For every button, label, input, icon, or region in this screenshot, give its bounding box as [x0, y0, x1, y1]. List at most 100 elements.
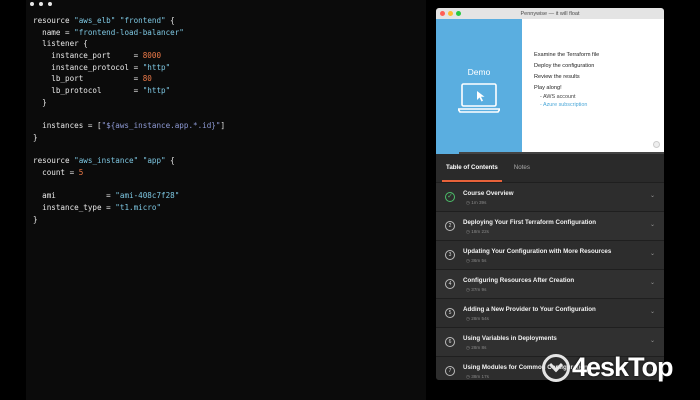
module-row[interactable]: 4 Configuring Resources After Creation 37m…	[436, 269, 664, 298]
code-token: 80	[142, 74, 152, 84]
watermark-logo-icon	[542, 353, 570, 382]
agenda-sub-item[interactable]: - Azure subscription	[534, 102, 664, 110]
module-title: Configuring Resources After Creation	[463, 277, 575, 284]
code-token: resource	[33, 156, 75, 166]
module-title: Updating Your Configuration with More Re…	[463, 248, 612, 255]
demo-agenda: Examine the Terraform file Deploy the con…	[522, 19, 664, 152]
code-token: ami =	[33, 191, 116, 201]
pennywise-window: Pennywise — it will float Demo Examine t…	[436, 8, 664, 380]
tab-notes[interactable]: Notes	[514, 154, 530, 182]
code-token: "frontend"	[119, 16, 166, 25]
module-progress-icon: 4	[445, 279, 455, 289]
code-line: instance_protocol = "http"	[33, 62, 225, 74]
code-token: instance_port =	[33, 51, 143, 61]
chevron-down-icon[interactable]: ⌄	[650, 192, 655, 199]
module-duration: 37m 9s	[466, 287, 486, 293]
laptop-cursor-icon	[458, 83, 500, 113]
module-progress-icon: 7	[445, 366, 455, 376]
speed-clock-icon[interactable]	[653, 141, 660, 148]
watermark-text: 4eskTop	[572, 352, 674, 382]
code-line: resource "aws_elb" "frontend" {	[33, 15, 225, 27]
tab-bar: Table of Contents Notes	[436, 154, 664, 182]
demo-label: Demo	[467, 67, 491, 77]
module-title: Adding a New Provider to Your Configurat…	[463, 306, 596, 313]
chevron-down-icon[interactable]: ⌄	[650, 337, 655, 344]
code-line: }	[33, 214, 225, 226]
agenda-item: Deploy the configuration	[534, 63, 595, 69]
watermark: 4eskTop	[542, 352, 674, 383]
module-row[interactable]: 3 Updating Your Configuration with More R…	[436, 240, 664, 269]
traffic-lights	[440, 11, 461, 16]
agenda-item: Play along!	[534, 85, 562, 91]
module-progress-icon: 2	[445, 221, 455, 231]
module-title: Using Variables in Deployments	[463, 335, 557, 342]
code-token: "app"	[142, 156, 166, 166]
module-duration: 28m 8s	[466, 345, 486, 351]
module-duration: 18m 22s	[466, 229, 489, 235]
code-line: }	[33, 97, 225, 109]
close-light-icon[interactable]	[440, 11, 445, 16]
module-duration: 38m 17s	[466, 374, 489, 380]
table-of-contents: ✓ Course Overview 1m 39s ⌄ 2 Deploying Your F…	[436, 182, 664, 380]
module-progress-icon: 6	[445, 337, 455, 347]
code-token: "frontend-load-balancer"	[74, 27, 184, 37]
code-token: }	[33, 214, 38, 224]
demo-panel: Demo	[436, 19, 522, 152]
tab-table-of-contents[interactable]: Table of Contents	[442, 154, 502, 182]
video-player[interactable]: Demo Examine the Terraform file Deploy th…	[436, 19, 664, 152]
code-line: resource "aws_instance" "app" {	[33, 155, 225, 167]
code-token: "aws_elb"	[74, 16, 116, 25]
code-text[interactable]: resource "aws_elb" "frontend" { name = "…	[33, 15, 225, 225]
code-token: }	[33, 97, 47, 107]
code-token: "aws_instance"	[74, 156, 139, 166]
module-row[interactable]: ✓ Course Overview 1m 39s ⌄	[436, 182, 664, 211]
code-token: {	[165, 156, 175, 166]
code-token: }	[33, 132, 38, 142]
code-token: lb_protocol =	[33, 86, 143, 96]
code-token: "http"	[142, 86, 171, 96]
agenda-item: Examine the Terraform file	[534, 52, 600, 58]
minimize-light-icon[interactable]	[448, 11, 453, 16]
code-token: "t1.micro"	[115, 203, 162, 212]
zoom-light-icon[interactable]	[456, 11, 461, 16]
module-row[interactable]: 5 Adding a New Provider to Your Configura…	[436, 298, 664, 327]
code-editor[interactable]: resource "aws_elb" "frontend" { name = "…	[26, 0, 426, 400]
code-line: listener {	[33, 38, 225, 50]
code-line: lb_protocol = "http"	[33, 85, 225, 97]
code-line: }	[33, 132, 225, 144]
module-row[interactable]: 2 Deploying Your First Terraform Configur…	[436, 211, 664, 240]
code-token: instance_protocol =	[33, 62, 143, 72]
chevron-down-icon[interactable]: ⌄	[650, 250, 655, 257]
window-menu-dots[interactable]	[30, 2, 52, 6]
module-progress-icon: 3	[445, 250, 455, 260]
code-token: 5	[78, 167, 84, 177]
code-token: "${aws_instance.app.*.id}"	[101, 121, 221, 131]
code-line: name = "frontend-load-balancer"	[33, 27, 225, 39]
code-token: name =	[33, 27, 75, 37]
code-token: "http"	[142, 62, 171, 72]
code-token: "ami-408c7f28"	[115, 191, 180, 201]
module-duration: 28m 54s	[466, 316, 489, 322]
code-token: resource	[33, 16, 75, 25]
code-token: instances = [	[33, 121, 102, 131]
chevron-down-icon[interactable]: ⌄	[650, 221, 655, 228]
module-duration: 1m 39s	[466, 200, 486, 206]
module-title: Course Overview	[463, 190, 514, 197]
code-token: 8000	[142, 51, 162, 61]
code-line: count = 5	[33, 167, 225, 179]
module-progress-icon: 5	[445, 308, 455, 318]
chevron-down-icon[interactable]: ⌄	[650, 308, 655, 315]
titlebar: Pennywise — it will float	[436, 8, 664, 19]
code-line: instances = ["${aws_instance.app.*.id}"]	[33, 120, 225, 132]
code-token: count =	[33, 167, 79, 177]
code-token: listener {	[33, 39, 88, 49]
code-line: lb_port = 80	[33, 73, 225, 85]
chevron-down-icon[interactable]: ⌄	[650, 279, 655, 286]
code-line: ami = "ami-408c7f28"	[33, 190, 225, 202]
window-title: Pennywise — it will float	[520, 10, 580, 17]
code-token: ]	[220, 121, 226, 131]
agenda-sub-item: - AWS account	[540, 94, 576, 100]
